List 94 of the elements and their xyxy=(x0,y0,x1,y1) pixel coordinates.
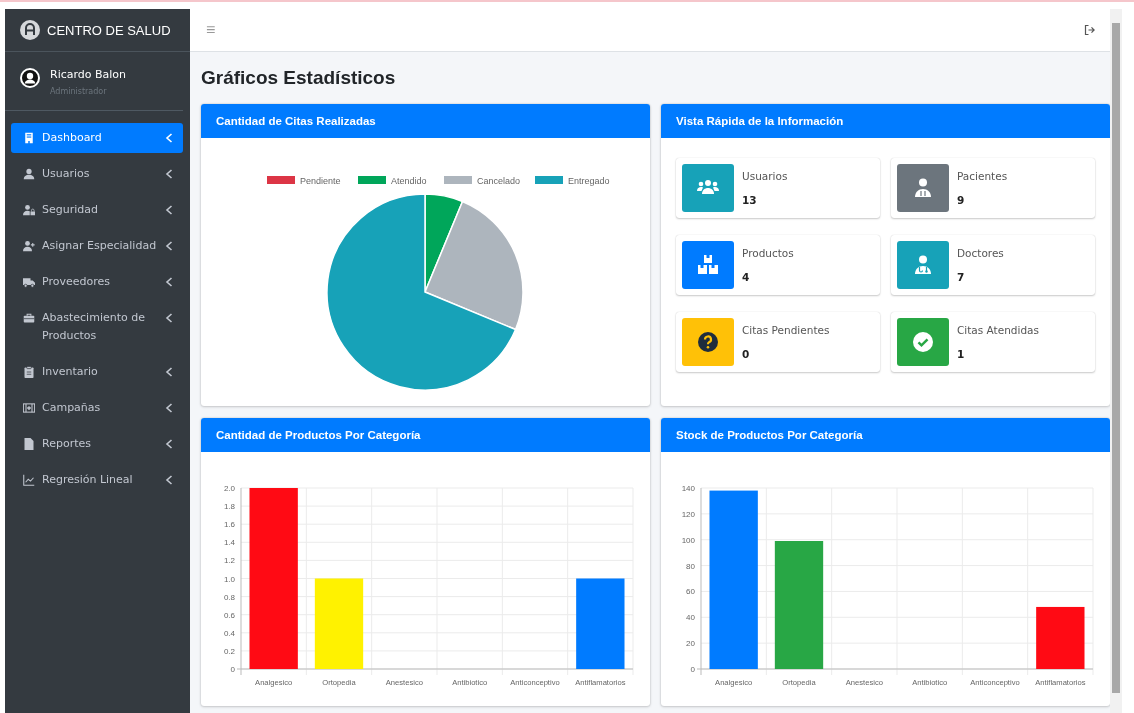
nav-item[interactable]: Asignar Especialidad xyxy=(11,231,183,261)
chevron-left-icon[interactable] xyxy=(165,277,173,287)
legend-label: Entregado xyxy=(568,176,610,186)
truck-icon xyxy=(23,276,35,288)
nav-item[interactable]: Reportes xyxy=(11,429,183,459)
chevron-left-icon[interactable] xyxy=(165,205,173,215)
chevron-left-icon[interactable] xyxy=(165,403,173,413)
file-icon xyxy=(23,438,35,450)
axis-tick-label: 140 xyxy=(681,484,695,493)
card-title: Cantidad de Citas Realizadas xyxy=(201,104,650,138)
info-label: Productos xyxy=(742,246,794,259)
axis-tick-label: 0 xyxy=(230,665,235,674)
legend-item: Entregado xyxy=(535,176,610,186)
user-role: Administrador xyxy=(50,87,108,96)
info-label: Citas Atendidas xyxy=(957,323,1039,336)
info-label: Pacientes xyxy=(957,169,1008,182)
nav-item[interactable]: Inventario xyxy=(11,357,183,387)
axis-tick-label: 120 xyxy=(681,509,695,519)
brand-name: CENTRO DE SALUD xyxy=(47,22,171,38)
card-title: Vista Rápida de la Información xyxy=(661,104,1110,138)
axis-tick-label: 0.6 xyxy=(223,610,235,620)
medical-kit-icon xyxy=(23,402,35,414)
nav-label: Abastecimiento de Productos xyxy=(42,310,146,344)
axis-tick-label: 1.6 xyxy=(223,520,235,530)
page-title: Gráficos Estadísticos xyxy=(201,67,397,89)
info-count: 9 xyxy=(957,194,966,206)
axis-tick-label: 0.2 xyxy=(223,646,235,656)
legend-label: Pendiente xyxy=(300,176,341,186)
legend-item: Atendido xyxy=(358,176,427,186)
nav-label: Dashboard xyxy=(42,130,103,146)
building-icon xyxy=(23,132,35,144)
clipboard-icon xyxy=(23,366,35,378)
axis-tick-label: 100 xyxy=(681,535,695,545)
info-count: 1 xyxy=(957,348,966,360)
axis-tick-label: 1.4 xyxy=(223,538,235,548)
nav-label: Reportes xyxy=(42,436,92,452)
nav-item[interactable]: Seguridad xyxy=(11,195,183,225)
legend-label: Atendido xyxy=(391,176,427,186)
nav-label: Seguridad xyxy=(42,202,99,218)
logout-icon[interactable] xyxy=(1084,24,1096,36)
check-circle-icon xyxy=(911,330,935,354)
info-count: 7 xyxy=(957,271,966,283)
scrollbar-thumb[interactable] xyxy=(1112,23,1120,693)
scrollbar[interactable] xyxy=(1110,9,1122,713)
axis-tick-label: 0.4 xyxy=(223,628,235,638)
nav-item[interactable]: Abastecimiento de Productos xyxy=(11,303,183,351)
nav-label: Inventario xyxy=(42,364,99,380)
user-plus-icon xyxy=(23,240,35,252)
axis-tick-label: 1.0 xyxy=(223,574,235,584)
axis-tick-label: 0 xyxy=(690,665,695,674)
chevron-left-icon[interactable] xyxy=(165,475,173,485)
user-icon xyxy=(23,168,35,180)
axis-tick-label: 20 xyxy=(686,639,695,649)
nav-label: Asignar Especialidad xyxy=(42,238,158,254)
nav-label: Campañas xyxy=(42,400,102,416)
briefcase-icon xyxy=(23,312,35,324)
nav-item[interactable]: Proveedores xyxy=(11,267,183,297)
info-label: Citas Pendientes xyxy=(742,323,830,336)
boxes-icon xyxy=(696,253,720,277)
legend-item: Pendiente xyxy=(267,176,341,186)
info-label: Doctores xyxy=(957,246,1004,259)
nav-label: Proveedores xyxy=(42,274,111,290)
info-label: Usuarios xyxy=(742,169,788,182)
chevron-left-icon[interactable] xyxy=(165,169,173,179)
card-title: Cantidad de Productos Por Categoría xyxy=(201,418,650,452)
logo-icon xyxy=(20,20,40,40)
chevron-left-icon[interactable] xyxy=(165,439,173,449)
axis-tick-label: 1.2 xyxy=(223,556,235,566)
nav-item[interactable]: Regresión Lineal xyxy=(11,465,183,495)
avatar-icon xyxy=(20,68,40,88)
chevron-left-icon[interactable] xyxy=(165,367,173,377)
info-count: 13 xyxy=(742,194,758,206)
nav-item[interactable]: Campañas xyxy=(11,393,183,423)
info-count: 0 xyxy=(742,348,751,360)
nav-label: Regresión Lineal xyxy=(42,472,134,488)
axis-tick-label: 40 xyxy=(686,613,695,623)
axis-tick-label: 1.8 xyxy=(223,502,235,512)
question-icon xyxy=(696,330,720,354)
axis-tick-label: 2.0 xyxy=(223,484,235,493)
user-name[interactable]: Ricardo Balon xyxy=(50,68,127,81)
chevron-left-icon[interactable] xyxy=(165,313,173,323)
axis-tick-label: 80 xyxy=(686,561,695,571)
legend-label: Cancelado xyxy=(477,176,521,186)
card-title: Stock de Productos Por Categoría xyxy=(661,418,1110,452)
chevron-left-icon[interactable] xyxy=(165,241,173,251)
line-chart-icon xyxy=(23,474,35,486)
nav-label: Usuarios xyxy=(42,166,91,182)
info-count: 4 xyxy=(742,271,751,283)
nav-item[interactable]: Usuarios xyxy=(11,159,183,189)
user-lock-icon xyxy=(23,204,35,216)
axis-tick-label: 0.8 xyxy=(223,592,235,602)
legend-item: Cancelado xyxy=(444,176,521,186)
nav-item[interactable]: Dashboard xyxy=(11,123,183,153)
axis-tick-label: 60 xyxy=(686,587,695,597)
